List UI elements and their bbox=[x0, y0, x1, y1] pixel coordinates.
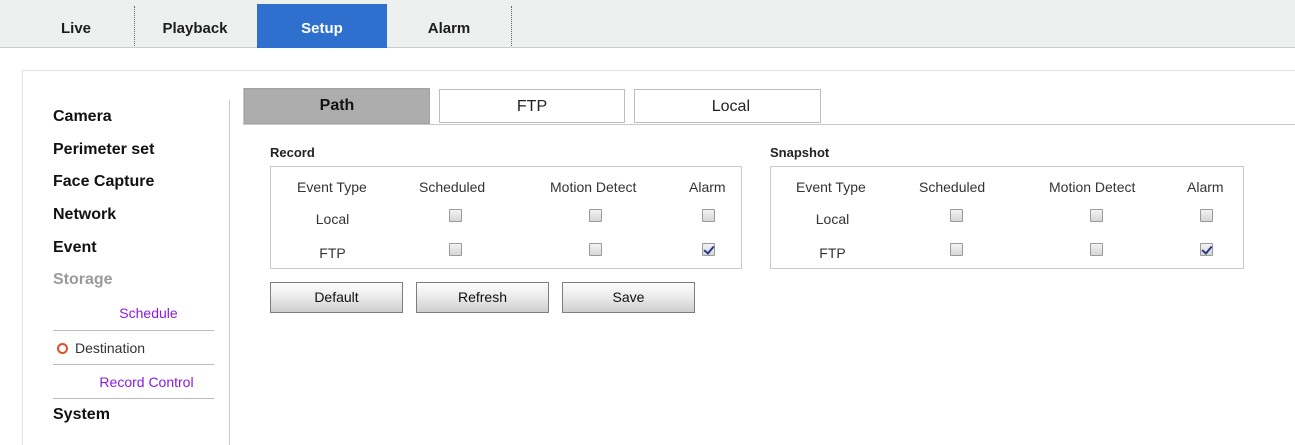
default-button[interactable]: Default bbox=[270, 282, 403, 313]
record-header-scheduled: Scheduled bbox=[419, 179, 486, 195]
divider bbox=[53, 330, 214, 331]
snapshot-header-event-type: Event Type bbox=[796, 179, 866, 195]
snapshot-row-label-ftp: FTP bbox=[819, 245, 846, 261]
snapshot-ftp-scheduled-checkbox[interactable] bbox=[950, 243, 963, 256]
tab-path[interactable]: Path bbox=[244, 88, 430, 124]
sidebar-divider bbox=[229, 100, 230, 445]
content-frame-top bbox=[22, 70, 1295, 71]
tab-ftp[interactable]: FTP bbox=[439, 89, 625, 123]
snapshot-header-alarm: Alarm bbox=[1187, 179, 1224, 195]
record-ftp-scheduled-checkbox[interactable] bbox=[449, 243, 462, 256]
record-local-scheduled-checkbox[interactable] bbox=[449, 209, 462, 222]
snapshot-ftp-alarm-checkbox[interactable] bbox=[1200, 243, 1213, 256]
record-header-event-type: Event Type bbox=[297, 179, 367, 195]
snapshot-local-scheduled-checkbox[interactable] bbox=[950, 209, 963, 222]
snapshot-local-alarm-checkbox[interactable] bbox=[1200, 209, 1213, 222]
tab-local[interactable]: Local bbox=[634, 89, 821, 123]
snapshot-header-motion-detect: Motion Detect bbox=[1049, 179, 1136, 195]
record-ftp-motion-checkbox[interactable] bbox=[589, 243, 602, 256]
record-title: Record bbox=[270, 145, 315, 160]
sidebar-item-face-capture[interactable]: Face Capture bbox=[53, 173, 154, 191]
snapshot-title: Snapshot bbox=[770, 145, 830, 160]
sidebar-item-storage[interactable]: Storage bbox=[53, 271, 113, 289]
snapshot-local-motion-checkbox[interactable] bbox=[1090, 209, 1103, 222]
sidebar-item-network[interactable]: Network bbox=[53, 206, 116, 224]
snapshot-ftp-motion-checkbox[interactable] bbox=[1090, 243, 1103, 256]
content-frame-left bbox=[22, 70, 23, 445]
tab-playback[interactable]: Playback bbox=[135, 4, 255, 48]
record-ftp-alarm-checkbox[interactable] bbox=[702, 243, 715, 256]
record-local-alarm-checkbox[interactable] bbox=[702, 209, 715, 222]
sidebar-subitem-label: Destination bbox=[75, 340, 146, 356]
snapshot-row-label-local: Local bbox=[815, 211, 850, 227]
sidebar-item-perimeter-set[interactable]: Perimeter set bbox=[53, 141, 154, 159]
sidebar-item-event[interactable]: Event bbox=[53, 239, 97, 257]
sidebar-item-camera[interactable]: Camera bbox=[53, 108, 112, 126]
record-local-motion-checkbox[interactable] bbox=[589, 209, 602, 222]
snapshot-header-scheduled: Scheduled bbox=[919, 179, 986, 195]
record-header-alarm: Alarm bbox=[689, 179, 726, 195]
divider bbox=[53, 364, 214, 365]
record-row-label-ftp: FTP bbox=[319, 245, 346, 261]
tab-live[interactable]: Live bbox=[36, 4, 116, 48]
save-button[interactable]: Save bbox=[562, 282, 695, 313]
top-nav-bar: Live Playback Setup Alarm bbox=[0, 0, 1295, 48]
divider bbox=[53, 398, 214, 399]
sidebar-subitem-record-control[interactable]: Record Control bbox=[53, 374, 214, 390]
refresh-button[interactable]: Refresh bbox=[416, 282, 549, 313]
sidebar-item-system[interactable]: System bbox=[53, 406, 110, 424]
record-row-label-local: Local bbox=[315, 211, 350, 227]
record-header-motion-detect: Motion Detect bbox=[550, 179, 637, 195]
tab-alarm[interactable]: Alarm bbox=[389, 4, 509, 48]
current-marker-icon bbox=[57, 343, 68, 354]
tab-setup[interactable]: Setup bbox=[257, 4, 387, 48]
subtab-baseline bbox=[243, 124, 1295, 125]
sidebar-subitem-schedule[interactable]: Schedule bbox=[53, 305, 214, 321]
nav-separator bbox=[511, 6, 512, 46]
